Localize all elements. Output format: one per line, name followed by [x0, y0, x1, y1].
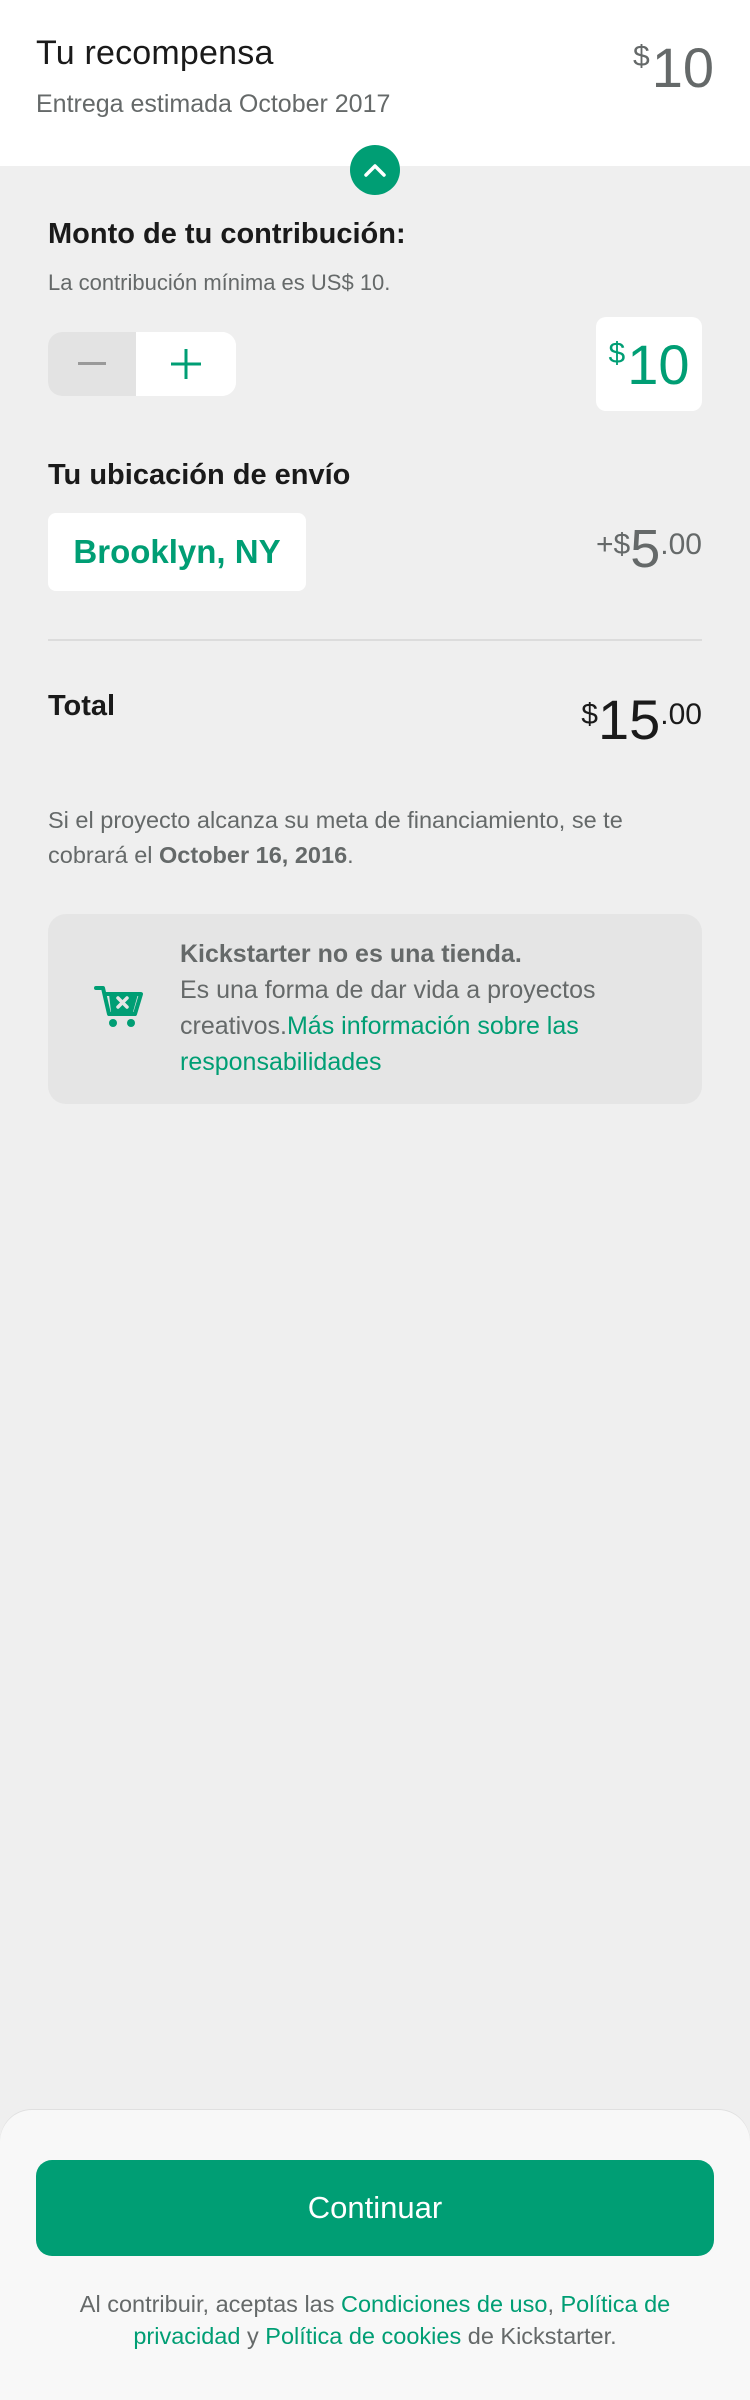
not-a-store-notice: Kickstarter no es una tienda. Es una for…: [48, 914, 702, 1104]
chevron-up-icon: [364, 164, 386, 177]
charge-date: October 16, 2016: [159, 842, 348, 868]
charge-date-note: Si el proyecto alcanza su meta de financ…: [48, 803, 708, 873]
total-amount-cents: .00: [660, 698, 702, 731]
reward-amount: $10: [633, 40, 714, 96]
contribution-label: Monto de tu contribución:: [48, 218, 406, 250]
pledge-screen: Tu recompensa Entrega estimada October 2…: [0, 0, 750, 2400]
shipping-amount-cents: .00: [660, 528, 702, 561]
minus-icon: [78, 362, 106, 365]
decrement-button[interactable]: [48, 332, 136, 396]
shipping-prefix: +$: [596, 528, 631, 561]
collapse-button[interactable]: [350, 145, 400, 195]
increment-button[interactable]: [136, 332, 236, 396]
reward-currency: $: [633, 40, 650, 73]
total-amount-whole: 15: [597, 688, 661, 751]
shipping-amount: +$ 5.00: [596, 522, 702, 576]
reward-summary-header[interactable]: Tu recompensa Entrega estimada October 2…: [0, 0, 750, 166]
total-currency: $: [581, 698, 598, 731]
estimated-delivery: Entrega estimada October 2017: [36, 90, 391, 118]
contribution-amount-input[interactable]: $10: [596, 317, 702, 411]
contribution-currency: $: [608, 337, 626, 370]
notice-title: Kickstarter no es una tienda.: [180, 940, 522, 968]
reward-amount-value: 10: [651, 36, 714, 99]
bottom-action-sheet: Continuar Al contribuir, aceptas las Con…: [0, 2110, 750, 2400]
contribution-stepper[interactable]: [48, 332, 236, 396]
continue-button[interactable]: Continuar: [36, 2160, 714, 2256]
reward-title: Tu recompensa: [36, 34, 274, 72]
notice-text: Kickstarter no es una tienda. Es una for…: [180, 936, 680, 1080]
terms-sep-2: y: [240, 2323, 266, 2349]
cookie-policy-link[interactable]: Política de cookies: [265, 2323, 461, 2349]
total-label: Total: [48, 690, 116, 722]
shipping-amount-whole: 5: [630, 519, 661, 579]
minimum-contribution-note: La contribución mínima es US$ 10.: [48, 270, 391, 295]
terms-text: Al contribuir, aceptas las Condiciones d…: [60, 2288, 690, 2352]
contribution-amount: 10: [627, 332, 690, 396]
charge-note-end: .: [347, 842, 354, 868]
shipping-location-button[interactable]: Brooklyn, NY: [48, 513, 306, 591]
divider: [48, 639, 702, 641]
cart-icon: [94, 986, 143, 1027]
terms-of-use-link[interactable]: Condiciones de uso: [341, 2291, 547, 2317]
total-amount: $15.00: [581, 692, 702, 748]
shipping-location-label: Tu ubicación de envío: [48, 459, 351, 491]
terms-suffix: de Kickstarter.: [461, 2323, 617, 2349]
plus-icon: [171, 349, 201, 379]
terms-prefix: Al contribuir, aceptas las: [79, 2291, 342, 2317]
terms-sep-1: ,: [547, 2291, 561, 2317]
